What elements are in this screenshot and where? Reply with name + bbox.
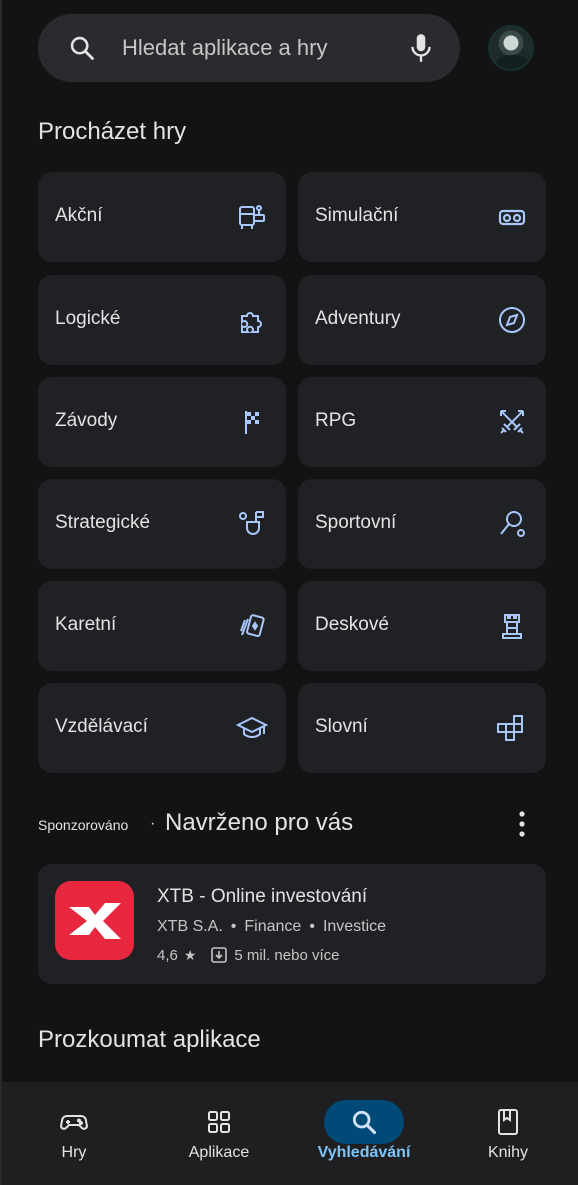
category-label: Adventury xyxy=(315,308,401,329)
category-tile[interactable]: Simulační xyxy=(298,172,546,262)
xtb-app-icon xyxy=(55,881,134,960)
search-icon xyxy=(70,36,94,60)
bottom-navigation: Hry Aplikace Vyhledávání Knihy xyxy=(2,1082,578,1185)
app-developer: XTB S.A. xyxy=(157,918,223,935)
crossed-swords-icon xyxy=(496,406,528,438)
download-icon xyxy=(211,947,228,963)
cards-icon xyxy=(236,610,268,642)
category-tile[interactable]: Adventury xyxy=(298,275,546,365)
app-meta: XTB S.A. • Finance • Investice xyxy=(157,918,386,936)
category-tile[interactable]: Akční xyxy=(38,172,286,262)
strategy-icon xyxy=(236,508,268,540)
browse-games-title: Procházet hry xyxy=(38,118,187,145)
app-rating: 4,6 xyxy=(157,946,178,964)
nav-item-books[interactable]: Knihy xyxy=(436,1082,578,1185)
checkered-flag-icon xyxy=(236,406,268,438)
category-tile[interactable]: Logické xyxy=(38,275,286,365)
category-tile[interactable]: Karetní xyxy=(38,581,286,671)
nav-item-apps[interactable]: Aplikace xyxy=(147,1082,291,1185)
microphone-icon[interactable] xyxy=(408,32,434,64)
racket-icon xyxy=(496,508,528,540)
account-avatar[interactable] xyxy=(488,25,534,71)
meta-dot: • xyxy=(230,918,237,935)
rook-icon xyxy=(496,610,528,642)
category-label: Simulační xyxy=(315,205,399,226)
more-options-icon[interactable] xyxy=(512,809,532,839)
nav-label: Vyhledávání xyxy=(317,1144,411,1161)
category-tile[interactable]: Sportovní xyxy=(298,479,546,569)
category-label: Deskové xyxy=(315,614,389,635)
play-store-screen: Hledat aplikace a hry Procházet hry Akčn… xyxy=(0,0,578,1185)
app-name: XTB - Online investování xyxy=(157,886,368,907)
meta-dot: • xyxy=(309,918,315,935)
nav-label: Aplikace xyxy=(188,1144,250,1161)
app-category: Finance xyxy=(244,918,302,935)
gamepad-icon xyxy=(34,1100,114,1144)
category-label: RPG xyxy=(315,410,357,431)
category-label: Logické xyxy=(55,308,121,329)
category-label: Strategické xyxy=(55,512,151,533)
arcade-icon xyxy=(236,201,268,233)
search-bar[interactable]: Hledat aplikace a hry xyxy=(38,14,460,82)
category-tile[interactable]: RPG xyxy=(298,377,546,467)
book-icon xyxy=(468,1100,548,1144)
nav-label: Knihy xyxy=(487,1144,529,1161)
category-tile[interactable]: Vzdělávací xyxy=(38,683,286,773)
nav-item-search[interactable]: Vyhledávání xyxy=(292,1082,436,1185)
category-label: Vzdělávací xyxy=(55,716,148,737)
search-input[interactable]: Hledat aplikace a hry xyxy=(122,35,327,61)
word-tiles-icon xyxy=(496,712,528,744)
suggested-for-you-title: Navrženo pro vás xyxy=(165,809,354,836)
separator-dot: · xyxy=(150,815,156,832)
compass-icon xyxy=(496,304,528,336)
apps-grid-icon xyxy=(179,1100,259,1144)
search-icon xyxy=(324,1100,404,1144)
category-tile[interactable]: Závody xyxy=(38,377,286,467)
graduation-cap-icon xyxy=(235,712,269,744)
app-stats: 4,6 ★ 5 mil. nebo více xyxy=(157,946,339,964)
nav-item-games[interactable]: Hry xyxy=(2,1082,146,1185)
category-label: Sportovní xyxy=(315,512,397,533)
category-label: Karetní xyxy=(55,614,117,635)
category-tile[interactable]: Slovní xyxy=(298,683,546,773)
category-label: Akční xyxy=(55,205,103,226)
category-label: Závody xyxy=(55,410,118,431)
puzzle-icon xyxy=(236,304,268,336)
category-label: Slovní xyxy=(315,716,368,737)
nav-label: Hry xyxy=(61,1144,87,1161)
vr-headset-icon xyxy=(496,201,528,233)
category-tile[interactable]: Deskové xyxy=(298,581,546,671)
app-installs: 5 mil. nebo více xyxy=(234,946,340,964)
category-tile[interactable]: Strategické xyxy=(38,479,286,569)
star-icon: ★ xyxy=(183,946,197,963)
app-subcategory: Investice xyxy=(322,918,387,935)
explore-apps-title: Prozkoumat aplikace xyxy=(38,1026,261,1053)
sponsored-label: Sponzorováno xyxy=(38,817,129,833)
app-card[interactable]: XTB - Online investování XTB S.A. • Fina… xyxy=(38,864,546,984)
